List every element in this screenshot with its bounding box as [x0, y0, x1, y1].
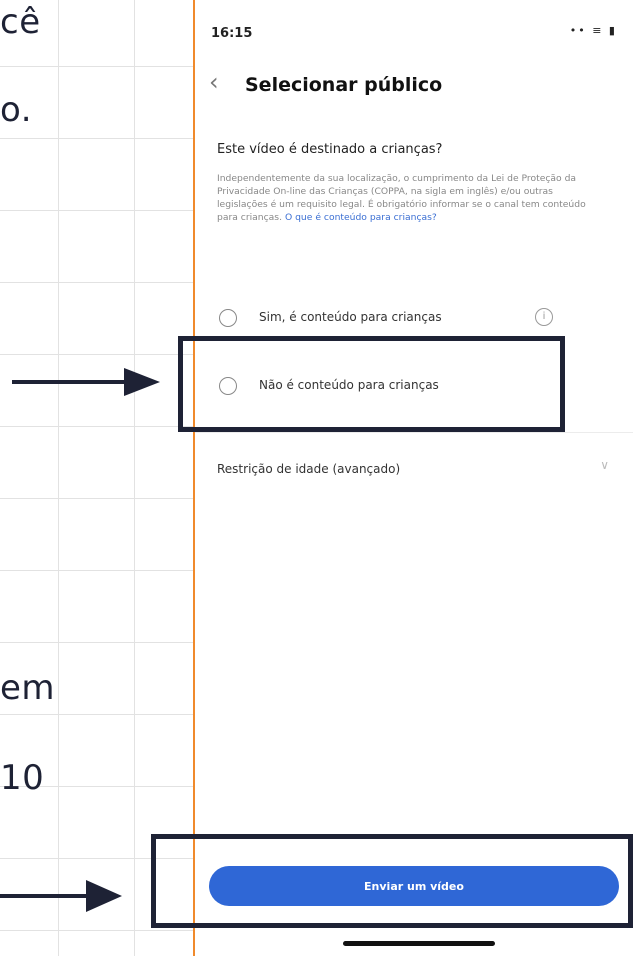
- audience-description: Independentemente da sua localização, o …: [217, 172, 597, 224]
- background-text-4: 10: [0, 758, 45, 798]
- chevron-left-icon[interactable]: ‹: [209, 68, 219, 96]
- arrow-right-icon: [12, 368, 160, 396]
- background-text-1: cê: [0, 2, 41, 42]
- divider: [195, 432, 633, 433]
- status-bar: 16:15 •• ≡ ▮: [211, 22, 617, 42]
- highlight-box-button: [151, 834, 633, 928]
- radio-made-for-kids[interactable]: [219, 309, 237, 327]
- arrow-right-icon: [0, 880, 122, 912]
- page-title: Selecionar público: [245, 74, 443, 96]
- age-restriction-row[interactable]: Restrição de idade (avançado) ∨: [217, 458, 609, 480]
- option-made-for-kids[interactable]: Sim, é conteúdo para crianças i: [219, 306, 569, 336]
- option-label-made-for-kids: Sim, é conteúdo para crianças: [259, 310, 442, 324]
- age-restriction-label: Restrição de idade (avançado): [217, 462, 401, 476]
- background-text-2: o.: [0, 90, 33, 130]
- page-header: ‹ Selecionar público: [209, 68, 621, 102]
- audience-question: Este vídeo é destinado a crianças?: [217, 142, 443, 157]
- signal-wifi-battery-icon: •• ≡ ▮: [569, 24, 617, 37]
- info-icon[interactable]: i: [535, 308, 553, 326]
- kids-content-link[interactable]: O que é conteúdo para crianças?: [285, 212, 437, 223]
- background-text-3: em: [0, 668, 56, 708]
- highlight-box-option: [178, 336, 565, 432]
- status-time: 16:15: [211, 26, 253, 41]
- phone-screen: 16:15 •• ≡ ▮ ‹ Selecionar público Este v…: [193, 0, 633, 956]
- home-indicator: [343, 941, 495, 946]
- chevron-down-icon: ∨: [600, 458, 609, 472]
